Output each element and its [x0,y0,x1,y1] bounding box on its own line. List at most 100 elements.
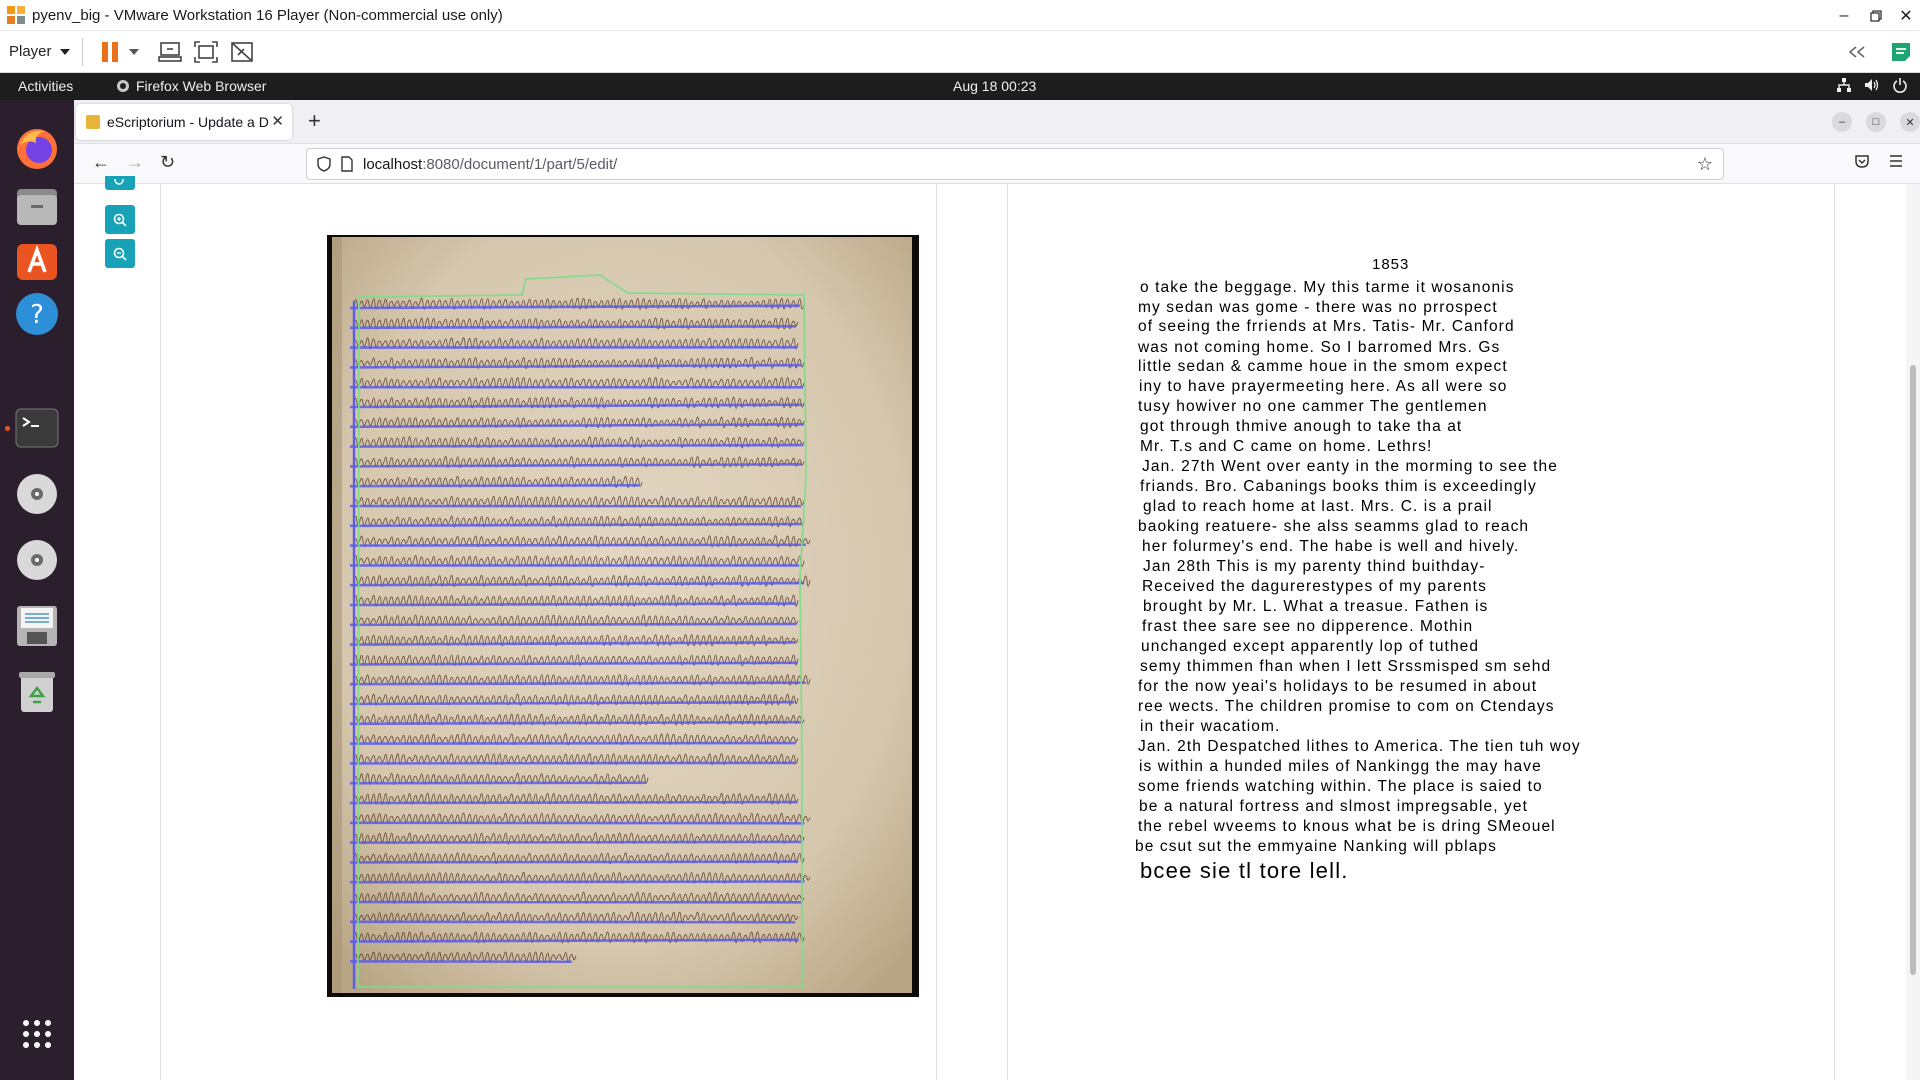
transcription-line[interactable]: Jan. 27th Went over eanty in the morming… [1142,458,1558,476]
pause-button[interactable] [95,37,125,67]
show-applications-button[interactable] [11,1008,63,1060]
baseline-line[interactable] [349,522,802,528]
dock-disc-1[interactable] [11,468,63,520]
tab-title: eScriptorium - Update a D [107,114,269,130]
baseline-line[interactable] [349,720,803,726]
transcription-line[interactable]: glad to reach home at last. Mrs. C. is a… [1143,498,1493,516]
transcription-line[interactable]: my sedan was gome - there was no prrospe… [1138,299,1498,317]
transcription-line[interactable]: frast thee sare see no dipperence. Mothi… [1142,618,1473,636]
tracking-protection-shield-icon [317,156,331,172]
full-screen-button[interactable] [191,37,221,67]
transcription-line[interactable]: in their wacatiom. [1140,718,1280,736]
close-button[interactable]: ✕ [1886,0,1920,31]
transcription-line[interactable]: her folurmey's end. The habe is well and… [1142,538,1519,556]
transcription-line[interactable]: for the now yeai's holidays to be resume… [1138,678,1537,696]
dock-trash[interactable] [11,666,63,718]
transcription-text[interactable]: 1853 o take the beggage. My this tarme it… [1008,184,1836,1080]
transcription-line[interactable]: ree wects. The children promise to com o… [1138,698,1555,716]
vmware-toolbar: Player [0,31,1920,73]
dock-files[interactable] [11,180,63,232]
transcription-line[interactable]: some friends watching within. The place … [1138,778,1543,796]
baseline-line[interactable] [349,681,806,686]
dock-firefox[interactable] [11,122,63,174]
transcription-line[interactable]: Mr. T.s and C came on home. Lethrs! [1140,438,1432,456]
hamburger-menu-icon[interactable] [1888,153,1904,169]
activities-button[interactable]: Activities [18,78,73,94]
transcription-line[interactable]: Received the dagurerestypes of my parent… [1142,578,1487,596]
transcription-line[interactable]: is within a hunded miles of Nankingg the… [1139,758,1542,776]
tab-close-icon[interactable]: ✕ [271,112,284,130]
back-button[interactable]: ← [92,152,110,173]
transcription-line[interactable]: unchanged except apparently lop of tuthe… [1141,638,1479,656]
tab-escriptorium[interactable]: eScriptorium - Update a D ✕ [76,104,292,140]
clock[interactable]: Aug 18 00:23 [953,78,1036,94]
pocket-icon[interactable] [1854,153,1870,169]
zoom-reset-button[interactable] [105,176,135,190]
transcription-line[interactable]: o take the beggage. My this tarme it wos… [1140,279,1515,297]
baseline-line[interactable] [349,661,798,666]
baseline-line[interactable] [349,840,803,844]
zoom-out-button[interactable] [105,239,135,268]
baseline-line[interactable] [349,860,799,864]
escriptorium-favicon-icon [86,115,100,129]
baseline-line[interactable] [349,800,798,805]
bookmark-star-icon[interactable]: ☆ [1697,154,1713,175]
pause-menu-button[interactable] [127,37,141,67]
transcription-line[interactable]: be csut sut the emmyaine Nanking will pb… [1135,838,1497,856]
browser-close-button[interactable]: ✕ [1900,112,1920,132]
transcription-line[interactable]: friands. Bro. Cabanings books thim is ex… [1140,478,1537,496]
baseline-line[interactable] [349,484,640,488]
send-ctrl-alt-del-button[interactable] [155,37,185,67]
transcription-heading[interactable]: 1853 [1372,256,1409,273]
browser-restore-button[interactable]: □ [1866,112,1886,132]
baseline-line[interactable] [349,700,795,706]
transcription-panel: 1853 o take the beggage. My this tarme it… [1007,184,1835,1080]
new-tab-button[interactable]: + [308,108,321,134]
baseline-line[interactable] [349,741,797,745]
dock-disc-2[interactable] [11,534,63,586]
transcription-line[interactable]: be a natural fortress and slmost impregs… [1139,798,1528,816]
message-log-button[interactable] [1886,37,1916,67]
transcription-line[interactable]: semy thimmen fhan when I lett Srssmisped… [1140,658,1551,676]
transcription-line[interactable]: baoking reatuere- she alss seamms glad t… [1138,518,1529,536]
transcription-line[interactable]: was not coming home. So I barromed Mrs. … [1138,339,1500,357]
app-menu[interactable]: Firefox Web Browser [116,78,266,94]
transcription-line[interactable]: iny to have prayermeeting here. As all w… [1139,378,1508,396]
dock-software-center[interactable] [11,234,63,286]
transcription-line[interactable]: of seeing the frriends at Mrs. Tatis- Mr… [1138,318,1515,336]
transcription-line[interactable]: bcee sie tl tore lell. [1140,858,1349,884]
browser-minimize-button[interactable]: – [1832,112,1852,132]
baseline-line[interactable] [349,938,799,943]
transcription-line[interactable]: tusy howiver no one cammer The gentlemen [1138,398,1488,416]
reload-button[interactable]: ↻ [160,152,175,173]
dock-terminal[interactable] [11,402,63,454]
collapse-toolbar-button[interactable] [1842,37,1872,67]
forward-button[interactable]: → [126,152,144,173]
unity-mode-button[interactable] [227,37,257,67]
chevron-down-icon [128,48,139,55]
zoom-in-button[interactable] [105,205,135,234]
dock-floppy[interactable] [11,600,63,652]
transcription-line[interactable]: the rebel wveems to knous what be is dri… [1138,818,1556,836]
dock-help[interactable]: ? [11,288,63,340]
baseline-line[interactable] [349,880,805,884]
page-scrollbar[interactable] [1906,184,1920,1080]
player-menu[interactable]: Player [9,43,70,60]
baseline-line[interactable] [349,325,797,330]
document-image[interactable] [327,235,919,997]
transcription-line[interactable]: brought by Mr. L. What a treasue. Fathen… [1143,598,1488,616]
scrollbar-thumb[interactable] [1910,365,1916,975]
baseline-line[interactable] [349,602,797,607]
baseline-line[interactable] [349,443,804,448]
terminal-icon [15,408,59,448]
transcription-line[interactable]: little sedan & camme houe in the smom ex… [1138,358,1508,376]
baseline-line[interactable] [349,543,806,547]
transcription-line[interactable]: Jan. 2th Despatched lithes to America. T… [1138,738,1581,756]
help-icon: ? [16,293,58,335]
transcription-line[interactable]: got through thmive anough to take tha at [1140,418,1462,436]
manuscript-page-image[interactable] [332,237,912,993]
url-bar[interactable]: localhost:8080/document/1/part/5/edit/ ☆ [306,148,1724,180]
transcription-line[interactable]: Jan 28th This is my parenty thind buithd… [1143,558,1486,576]
baseline-line[interactable] [349,622,797,627]
system-tray[interactable] [1836,77,1908,93]
